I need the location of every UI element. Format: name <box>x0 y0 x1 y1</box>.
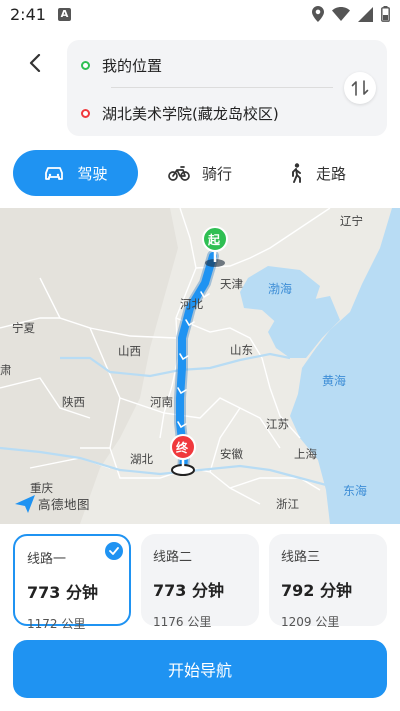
car-icon <box>45 167 64 180</box>
map-label-ningxia: 宁夏 <box>12 321 35 335</box>
end-marker-label: 终 <box>176 441 189 455</box>
route-option-time: 773 分钟 <box>153 581 224 600</box>
back-button[interactable] <box>22 50 48 76</box>
route-option-name: 线路二 <box>153 550 193 565</box>
map-label-zhejiang: 浙江 <box>276 497 299 511</box>
tab-drive[interactable]: 驾驶 <box>13 150 138 196</box>
map-label-donghai: 东海 <box>343 484 368 498</box>
wifi-icon <box>332 7 350 21</box>
map-background <box>0 208 400 524</box>
map-label-jiangsu: 江苏 <box>266 417 289 431</box>
chevron-left-icon <box>29 54 41 72</box>
route-input-box: 我的位置 湖北美术学院(藏龙岛校区) <box>67 40 387 136</box>
tab-walk[interactable]: 走路 <box>272 150 362 196</box>
route-options: 线路一 773 分钟 1172 公里 线路二 773 分钟 1176 公里 线路… <box>0 524 400 711</box>
notification-a-icon: A <box>57 7 71 21</box>
route-option-name: 线路一 <box>27 552 67 567</box>
start-navigation-button[interactable]: 开始导航 <box>13 640 387 698</box>
bike-icon <box>168 166 190 181</box>
map-label-henan: 河南 <box>150 395 173 409</box>
map-label-bohai: 渤海 <box>268 282 293 296</box>
status-icons <box>312 6 390 22</box>
swap-icon <box>351 80 369 96</box>
tab-bike-label: 骑行 <box>201 164 232 183</box>
map-label-shanxi: 山西 <box>118 344 141 358</box>
route-option-distance: 1209 公里 <box>281 615 340 629</box>
route-option-time: 792 分钟 <box>281 581 352 600</box>
swap-button[interactable] <box>344 72 376 104</box>
route-option-distance: 1176 公里 <box>153 615 212 629</box>
tab-drive-label: 驾驶 <box>77 164 108 183</box>
route-option-card[interactable]: 线路二 773 分钟 1176 公里 <box>141 534 259 629</box>
map-label-huanghai: 黄海 <box>322 374 347 388</box>
amap-logo: 高德地图 <box>15 494 90 513</box>
map-label-tianjin: 天津 <box>220 277 243 291</box>
route-option-distance: 1172 公里 <box>27 617 86 631</box>
route-option-time: 773 分钟 <box>27 583 98 602</box>
location-icon <box>312 6 324 22</box>
route-option-card[interactable]: 线路一 773 分钟 1172 公里 <box>13 534 131 631</box>
walk-icon <box>292 163 301 183</box>
map-label-shandong: 山东 <box>230 343 253 357</box>
map-label-gansu-partial: 肃 <box>0 363 12 377</box>
status-bar: 2:41 A <box>0 0 400 28</box>
map-label-anhui: 安徽 <box>220 447 243 461</box>
route-option-name: 线路三 <box>281 550 321 565</box>
map-label-shaanxi: 陕西 <box>62 395 85 409</box>
map-view[interactable]: 起 终 辽宁 天津 渤海 河北 宁夏 山西 山东 黄海 肃 陕西 河南 江苏 湖… <box>0 208 400 524</box>
route-divider <box>111 87 333 88</box>
destination-text: 湖北美术学院(藏龙岛校区) <box>102 104 279 123</box>
origin-dot-icon <box>81 60 90 70</box>
amap-logo-icon <box>15 494 35 513</box>
tab-walk-label: 走路 <box>315 164 346 183</box>
origin-text: 我的位置 <box>102 56 163 75</box>
map-label-hebei: 河北 <box>180 297 203 311</box>
map-label-hubei: 湖北 <box>130 452 153 466</box>
signal-icon <box>358 6 373 22</box>
amap-logo-text: 高德地图 <box>38 497 91 512</box>
destination-row[interactable]: 湖北美术学院(藏龙岛校区) <box>81 101 279 125</box>
travel-mode-tabs: 驾驶 骑行 走路 <box>0 146 400 208</box>
battery-icon <box>381 6 390 22</box>
origin-row[interactable]: 我的位置 <box>81 53 162 77</box>
tab-bike[interactable]: 骑行 <box>150 150 250 196</box>
selected-check-icon <box>105 542 123 560</box>
start-marker-label: 起 <box>208 233 221 247</box>
destination-dot-icon <box>81 108 90 118</box>
route-panel: 我的位置 湖北美术学院(藏龙岛校区) <box>0 28 400 150</box>
route-option-card[interactable]: 线路三 792 分钟 1209 公里 <box>269 534 387 629</box>
status-time: 2:41 <box>10 4 46 24</box>
map-label-shanghai: 上海 <box>294 447 317 461</box>
map-label-liaoning: 辽宁 <box>340 214 363 228</box>
